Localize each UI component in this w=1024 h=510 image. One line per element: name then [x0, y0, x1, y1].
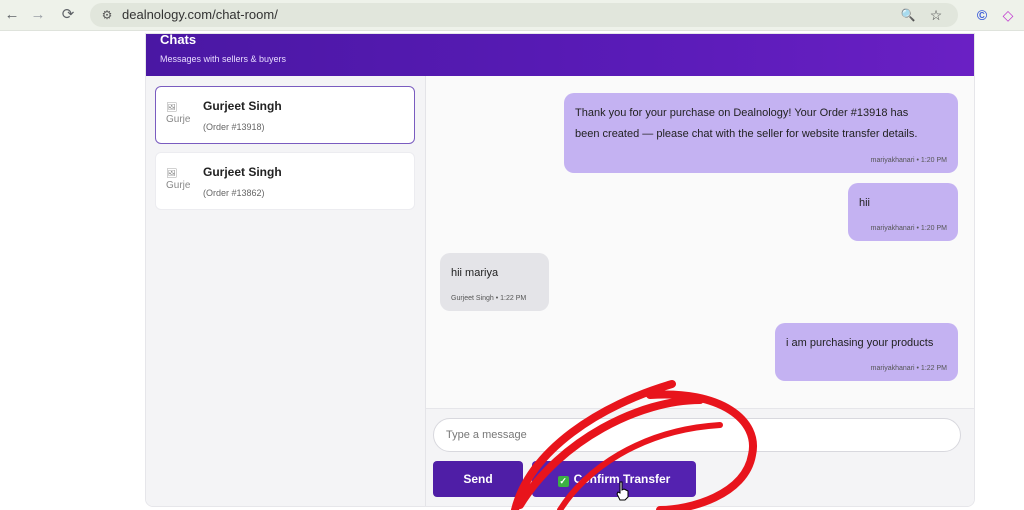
message-bubble: hii mariya Gurjeet Singh • 1:22 PM: [440, 253, 549, 311]
message-meta: Gurjeet Singh • 1:22 PM: [451, 295, 527, 302]
chat-header: Chats Messages with sellers & buyers: [146, 34, 974, 76]
message-list: Thank you for your purchase on Dealnolog…: [426, 76, 974, 408]
contact-name: Gurjeet Singh: [203, 99, 282, 113]
message-bubble: i am purchasing your products mariyakhan…: [775, 323, 958, 381]
page-title: Chats: [160, 33, 197, 47]
message-text: Thank you for your purchase on Dealnolog…: [575, 107, 918, 140]
address-bar[interactable]: ⚙ dealnology.com/chat-room/ 🔍 ☆: [90, 3, 958, 27]
message-bubble: hii mariyakhanari • 1:20 PM: [848, 183, 958, 241]
message-bubble: Thank you for your purchase on Dealnolog…: [564, 93, 958, 173]
reload-icon[interactable]: ⟳: [58, 5, 78, 25]
message-text: i am purchasing your products: [786, 337, 934, 349]
contact-item[interactable]: 🖼 Gurje Gurjeet Singh (Order #13918): [155, 86, 415, 144]
message-input[interactable]: [433, 418, 961, 452]
message-text: hii: [859, 197, 871, 209]
page-subtitle: Messages with sellers & buyers: [160, 54, 287, 64]
check-icon: ✓: [557, 475, 569, 487]
contact-order: (Order #13862): [203, 188, 265, 198]
url-text[interactable]: dealnology.com/chat-room/: [122, 7, 278, 22]
message-composer: Send ✓Confirm Transfer: [426, 408, 974, 506]
star-icon[interactable]: ☆: [926, 5, 946, 25]
chat-panel: Chats Messages with sellers & buyers 🖼 Gu…: [145, 33, 975, 507]
message-meta: mariyakhanari • 1:20 PM: [870, 157, 947, 164]
contact-name: Gurjeet Singh: [203, 165, 282, 179]
zoom-icon[interactable]: 🔍: [898, 5, 918, 25]
forward-icon[interactable]: →: [28, 5, 48, 25]
avatar: 🖼 Gurje: [166, 102, 191, 125]
extension-icon[interactable]: ©: [972, 5, 992, 25]
message-meta: mariyakhanari • 1:22 PM: [870, 365, 947, 372]
contact-order: (Order #13918): [203, 122, 265, 132]
contact-item[interactable]: 🖼 Gurje Gurjeet Singh (Order #13862): [155, 152, 415, 210]
site-settings-icon[interactable]: ⚙: [99, 7, 115, 23]
send-button[interactable]: Send: [433, 461, 523, 497]
message-meta: mariyakhanari • 1:20 PM: [870, 225, 947, 232]
confirm-transfer-button[interactable]: ✓ Confirm Transfer: [532, 461, 696, 497]
extension-icon-2[interactable]: ◇: [998, 5, 1018, 25]
avatar-alt-text: Gurje: [166, 180, 191, 191]
message-text: hii mariya: [451, 267, 499, 279]
avatar: 🖼 Gurje: [166, 168, 191, 191]
hand-cursor-icon: [616, 481, 629, 501]
browser-toolbar: ← → ⟳ ⚙ dealnology.com/chat-room/ 🔍 ☆ © …: [0, 0, 1024, 31]
contact-sidebar: 🖼 Gurje Gurjeet Singh (Order #13918) 🖼 Gur…: [146, 76, 426, 506]
back-icon[interactable]: ←: [2, 5, 22, 25]
avatar-alt-text: Gurje: [166, 114, 191, 125]
